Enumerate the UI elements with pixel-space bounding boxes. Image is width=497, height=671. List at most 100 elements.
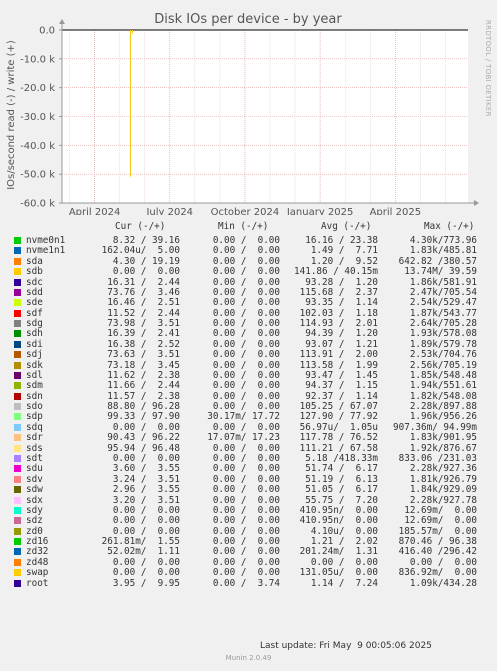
legend-device-name: nvme0n1 — [26, 235, 66, 246]
legend-value-avg: 1.20 / 9.52 — [310, 255, 378, 267]
legend-device-name: sdk — [26, 359, 43, 371]
legend-device-name: nvme1n1 — [26, 245, 66, 257]
legend-swatch — [14, 434, 21, 442]
legend-header-max: Max (-/+) — [424, 221, 475, 232]
legend-swatch — [14, 454, 21, 462]
last-update: Last update: Fri May 9 00:05:06 2025 — [260, 641, 432, 651]
legend-swatch — [14, 351, 21, 359]
legend-swatch — [14, 579, 21, 587]
legend-value-cur: 11.57 / 2.38 — [107, 390, 180, 402]
munin-version: Munin 2.0.49 — [225, 654, 272, 662]
legend-value-max: 2.28k/927.78 — [409, 494, 477, 506]
legend-value-cur: 73.76 / 3.46 — [107, 286, 180, 298]
legend-row-zd0: zd0 0.00 / 0.00 0.00 / 0.00 4.10u/ 0.00 185.… — [0, 526, 497, 537]
legend-value-avg: 102.03 / 1.18 — [299, 307, 378, 319]
y-tick-label: -30.0 k — [20, 112, 55, 123]
legend-value-min: 0.00 / 0.00 — [212, 369, 280, 381]
legend-value-max: 2.47k/705.54 — [409, 286, 477, 298]
legend-row-zd16: zd16 261.81m/ 1.55 0.00 / 0.00 1.21 / 2.02 8… — [0, 536, 497, 547]
legend-device-name: sdd — [26, 286, 43, 298]
legend-device-name: sdh — [26, 328, 43, 340]
legend-swatch — [14, 361, 21, 369]
legend-swatch — [14, 558, 21, 566]
legend-value-min: 0.00 / 0.00 — [212, 286, 280, 298]
x-tick-label: April 2025 — [370, 207, 421, 215]
legend-value-avg: 51.74 / 6.17 — [305, 463, 378, 475]
legend-device-name: sdn — [26, 390, 43, 402]
legend-row-nvme0n1: nvme0n1 8.32 / 39.16 0.00 / 0.00 16.16 / 23… — [0, 235, 497, 246]
legend-swatch — [14, 320, 21, 328]
legend-row-sdw: sdw 2.96 / 3.55 0.00 / 0.00 51.05 / 6.17 1.8… — [0, 484, 497, 495]
legend-value-max: 1.09k/434.28 — [409, 577, 477, 589]
legend-value-min: 30.17m/ 17.72 — [207, 411, 280, 423]
legend-row-sdh: sdh 16.39 / 2.41 0.00 / 0.00 94.39 / 1.20 1.… — [0, 328, 497, 339]
legend-device-name: sdw — [26, 484, 43, 496]
legend-value-avg: 93.28 / 1.20 — [305, 276, 378, 288]
legend-value-max: 1.96k/956.26 — [409, 411, 477, 423]
x-tick-label: October 2024 — [211, 207, 280, 215]
legend-value-min: 0.00 / 0.00 — [212, 536, 280, 548]
legend-device-name: sdq — [26, 421, 43, 433]
legend-value-max: 1.94k/551.61 — [409, 380, 477, 392]
legend-value-avg: 1.49 / 7.71 — [310, 245, 378, 257]
legend-value-cur: 0.00 / 0.00 — [112, 515, 180, 527]
legend-value-avg: 55.75 / 7.20 — [305, 494, 378, 506]
legend-value-min: 0.00 / 0.00 — [212, 266, 280, 278]
legend-value-cur: 0.00 / 0.00 — [112, 556, 180, 568]
legend-value-max: 2.54k/529.47 — [409, 297, 477, 309]
legend-swatch — [14, 538, 21, 546]
legend-value-max: 2.53k/704.76 — [409, 349, 477, 361]
legend-value-cur: 3.60 / 3.55 — [112, 463, 180, 475]
legend-device-name: sdi — [26, 338, 43, 350]
legend-device-name: sdx — [26, 494, 43, 506]
legend-value-avg: 0.00 / 0.00 — [310, 556, 378, 568]
legend-value-max: 12.69m/ 0.00 — [404, 504, 477, 516]
legend-row-zd32: zd32 52.02m/ 1.11 0.00 / 0.00 201.24m/ 1.31… — [0, 546, 497, 557]
legend-value-avg: 93.47 / 1.45 — [305, 369, 378, 381]
legend-value-cur: 0.00 / 0.00 — [112, 421, 180, 433]
legend-value-avg: 131.05u/ 0.00 — [299, 567, 378, 579]
legend-row-sda: sda 4.30 / 19.19 0.00 / 0.00 1.20 / 9.52 642… — [0, 256, 497, 267]
x-tick-label: January 2025 — [286, 207, 354, 215]
x-tick-label: July 2024 — [145, 207, 193, 215]
legend-swatch — [14, 268, 21, 276]
legend-swatch — [14, 475, 21, 483]
chart-title: Disk IOs per device - by year — [154, 12, 342, 27]
legend-swatch — [14, 403, 21, 411]
legend-value-max: 13.74M/ 39.59 — [404, 266, 477, 278]
legend-device-name: zd32 — [26, 546, 49, 558]
legend-value-min: 0.00 / 0.00 — [212, 318, 280, 330]
legend-value-cur: 16.31 / 2.44 — [107, 276, 180, 288]
legend-value-cur: 2.96 / 3.55 — [112, 484, 180, 496]
legend-value-avg: 92.37 / 1.14 — [305, 390, 378, 402]
legend-value-avg: 16.16 / 23.38 — [305, 235, 378, 246]
legend-value-min: 0.00 / 0.00 — [212, 245, 280, 257]
legend-value-avg: 51.19 / 6.13 — [305, 473, 378, 485]
legend-row-sdt: sdt 0.00 / 0.00 0.00 / 0.00 5.18 /418.33m 83… — [0, 453, 497, 464]
y-axis-arrow — [59, 19, 65, 24]
legend-row-sdq: sdq 0.00 / 0.00 0.00 / 0.00 56.97u/ 1.05u 90… — [0, 422, 497, 433]
legend-value-avg: 127.90 / 77.92 — [299, 411, 378, 423]
legend-row-sdr: sdr 90.43 / 96.22 17.07m/ 17.23 117.78 / 76… — [0, 432, 497, 443]
legend-value-cur: 88.80 / 96.28 — [107, 401, 180, 413]
legend-swatch — [14, 309, 21, 317]
legend-swatch — [14, 278, 21, 286]
legend-value-min: 0.00 / 0.00 — [212, 494, 280, 506]
legend-swatch — [14, 413, 21, 421]
legend-swatch — [14, 340, 21, 348]
legend-value-cur: 73.98 / 3.51 — [107, 318, 180, 330]
legend-swatch — [14, 517, 21, 525]
y-tick-label: -60.0 k — [20, 199, 55, 210]
legend-value-min: 0.00 / 0.00 — [212, 473, 280, 485]
legend-device-name: sdo — [26, 401, 43, 413]
legend-row-sdn: sdn 11.57 / 2.38 0.00 / 0.00 92.37 / 1.14 1.… — [0, 391, 497, 402]
legend-value-min: 0.00 / 0.00 — [212, 546, 280, 558]
legend-device-name: sds — [26, 442, 43, 454]
legend-row-sdl: sdl 11.62 / 2.38 0.00 / 0.00 93.47 / 1.45 1.… — [0, 370, 497, 381]
legend-value-min: 0.00 / 0.00 — [212, 515, 280, 527]
legend-row-sdm: sdm 11.66 / 2.44 0.00 / 0.00 94.37 / 1.15 1.… — [0, 380, 497, 391]
legend-value-min: 0.00 / 0.00 — [212, 349, 280, 361]
legend-swatch — [14, 288, 21, 296]
legend-value-max: 2.28k/897.88 — [409, 401, 477, 413]
y-tick-label: -40.0 k — [20, 141, 55, 152]
